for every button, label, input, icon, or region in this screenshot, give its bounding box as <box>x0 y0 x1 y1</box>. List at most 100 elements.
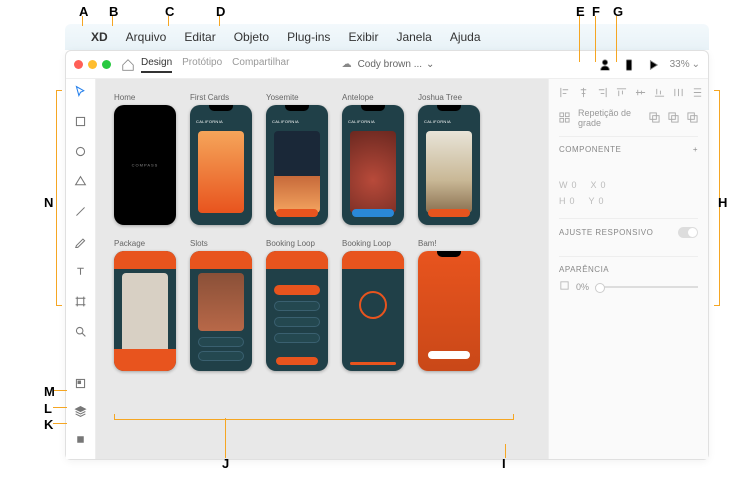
section-responsivo: AJUSTE RESPONSIVO <box>559 228 653 237</box>
polygon-tool-icon[interactable] <box>74 175 87 193</box>
menu-editar[interactable]: Editar <box>184 30 215 44</box>
layers-panel-icon[interactable] <box>74 405 87 423</box>
chevron-down-icon: ⌄ <box>426 59 434 70</box>
artboard-tool-icon[interactable] <box>74 295 87 313</box>
section-componente: COMPONENTE <box>559 145 621 154</box>
artboard-home[interactable]: Home COMPASS <box>114 93 176 225</box>
plugins-panel-icon[interactable] <box>74 433 87 451</box>
artboard-bam[interactable]: Bam! <box>418 239 480 371</box>
artboard-label: Slots <box>190 239 252 248</box>
artboard-label: Bam! <box>418 239 480 248</box>
distribute-h-icon[interactable] <box>673 87 684 100</box>
align-top-icon[interactable] <box>616 87 627 100</box>
align-left-icon[interactable] <box>559 87 570 100</box>
annot-m: M <box>44 384 55 399</box>
tab-design[interactable]: Design <box>141 57 172 73</box>
opacity-slider[interactable] <box>595 286 698 288</box>
annot-b: B <box>109 4 118 19</box>
visibility-icon[interactable] <box>559 280 570 293</box>
select-tool-icon[interactable] <box>74 85 87 103</box>
h-label: H <box>559 196 566 206</box>
artboard-first-cards[interactable]: First Cards CALIFORNIA <box>190 93 252 225</box>
tag-text: CALIFORNIA <box>196 119 223 124</box>
annot-j: J <box>222 456 229 471</box>
boolean-intersect-icon[interactable] <box>687 112 698 125</box>
artboard-label: Yosemite <box>266 93 328 102</box>
align-row <box>559 87 698 100</box>
artboard-booking-loop-2[interactable]: Booking Loop <box>342 239 404 371</box>
invite-icon[interactable] <box>598 58 612 72</box>
repeat-grid-row: Repetição de grade <box>559 108 698 128</box>
annot-g: G <box>613 4 623 19</box>
opacity-value[interactable]: 0% <box>576 282 589 292</box>
canvas[interactable]: Home COMPASS First Cards CALIFORNIA Yose… <box>96 79 548 459</box>
repeat-grid-label: Repetição de grade <box>578 108 641 128</box>
artboard-joshua-tree[interactable]: Joshua Tree CALIFORNIA <box>418 93 480 225</box>
rectangle-tool-icon[interactable] <box>74 115 87 133</box>
ellipse-tool-icon[interactable] <box>74 145 87 163</box>
annot-i: I <box>502 456 506 471</box>
close-window-icon[interactable] <box>74 60 83 69</box>
tab-prototipo[interactable]: Protótipo <box>182 57 222 73</box>
annot-a: A <box>79 4 88 19</box>
annot-c: C <box>165 4 174 19</box>
menu-ajuda[interactable]: Ajuda <box>450 30 481 44</box>
artboard-label: Package <box>114 239 176 248</box>
artboard-label: Antelope <box>342 93 404 102</box>
y-label: Y <box>589 196 595 206</box>
maximize-window-icon[interactable] <box>102 60 111 69</box>
menu-janela[interactable]: Janela <box>396 30 431 44</box>
w-value[interactable]: 0 <box>572 180 577 190</box>
menu-exibir[interactable]: Exibir <box>348 30 378 44</box>
menu-plugins[interactable]: Plug-ins <box>287 30 330 44</box>
annot-e: E <box>576 4 585 19</box>
align-center-h-icon[interactable] <box>578 87 589 100</box>
artboard-package[interactable]: Package <box>114 239 176 371</box>
menu-objeto[interactable]: Objeto <box>234 30 269 44</box>
boolean-add-icon[interactable] <box>649 112 660 125</box>
tag-text: CALIFORNIA <box>424 119 451 124</box>
add-component-icon[interactable]: + <box>693 145 698 154</box>
artboard-label: Booking Loop <box>342 239 404 248</box>
app-name: XD <box>91 30 108 44</box>
align-right-icon[interactable] <box>597 87 608 100</box>
y-value[interactable]: 0 <box>599 196 604 206</box>
artboard-yosemite[interactable]: Yosemite CALIFORNIA <box>266 93 328 225</box>
h-value[interactable]: 0 <box>570 196 575 206</box>
distribute-v-icon[interactable] <box>692 87 703 100</box>
annot-k: K <box>44 417 53 432</box>
boolean-subtract-icon[interactable] <box>668 112 679 125</box>
align-bottom-icon[interactable] <box>654 87 665 100</box>
document-title[interactable]: ☁ Cody brown ... ⌄ <box>340 58 435 72</box>
tab-compartilhar[interactable]: Compartilhar <box>232 57 289 73</box>
system-menubar: XD Arquivo Editar Objeto Plug-ins Exibir… <box>65 24 709 50</box>
mobile-preview-icon[interactable] <box>622 58 636 72</box>
artboard-label: Home <box>114 93 176 102</box>
app-window: Design Protótipo Compartilhar ☁ Cody bro… <box>65 50 709 460</box>
properties-panel: Repetição de grade COMPONENTE+ W 0 X 0 H… <box>548 79 708 459</box>
chevron-down-icon: ⌄ <box>692 59 700 70</box>
artboard-label: Joshua Tree <box>418 93 480 102</box>
responsive-toggle[interactable] <box>678 227 698 238</box>
artboard-antelope[interactable]: Antelope CALIFORNIA <box>342 93 404 225</box>
assets-panel-icon[interactable] <box>74 377 87 395</box>
repeat-grid-icon[interactable] <box>559 112 570 125</box>
text-tool-icon[interactable] <box>74 265 87 283</box>
menu-arquivo[interactable]: Arquivo <box>126 30 167 44</box>
artboard-booking-loop-1[interactable]: Booking Loop <box>266 239 328 371</box>
doc-title-text: Cody brown ... <box>358 59 422 70</box>
play-preview-icon[interactable] <box>646 58 660 72</box>
annot-d: D <box>216 4 225 19</box>
line-tool-icon[interactable] <box>74 205 87 223</box>
annot-h: H <box>718 195 727 210</box>
align-middle-icon[interactable] <box>635 87 646 100</box>
zoom-control[interactable]: 33% ⌄ <box>670 59 700 70</box>
minimize-window-icon[interactable] <box>88 60 97 69</box>
section-aparencia: APARÊNCIA <box>559 265 609 274</box>
tag-text: CALIFORNIA <box>272 119 299 124</box>
artboard-slots[interactable]: Slots <box>190 239 252 371</box>
zoom-tool-icon[interactable] <box>74 325 87 343</box>
home-icon[interactable] <box>121 58 135 72</box>
x-value[interactable]: 0 <box>601 180 606 190</box>
pen-tool-icon[interactable] <box>74 235 87 253</box>
